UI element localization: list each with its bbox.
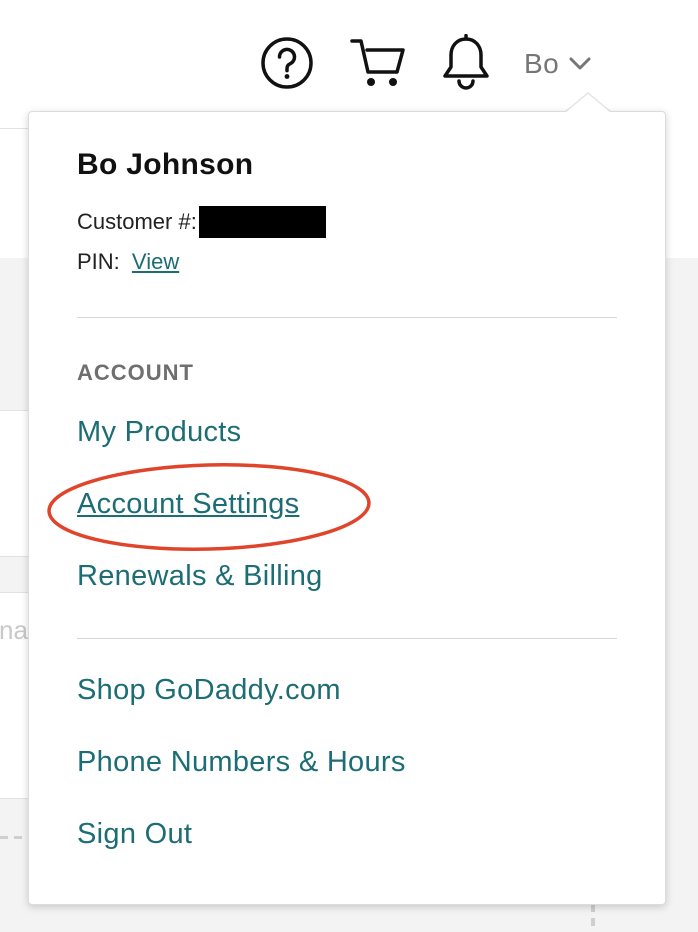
chevron-down-icon: [569, 57, 591, 70]
shopping-cart-icon[interactable]: [350, 36, 406, 90]
profile-name: Bo Johnson: [77, 148, 254, 181]
renewals-billing-link[interactable]: Renewals & Billing: [77, 560, 323, 593]
user-menu-toggle[interactable]: Bo: [524, 42, 591, 86]
sign-out-link[interactable]: Sign Out: [77, 818, 192, 851]
customer-number-redacted: [198, 206, 326, 238]
my-products-link[interactable]: My Products: [77, 416, 241, 449]
user-menu-label: Bo: [524, 48, 560, 79]
background-card-text: na: [0, 615, 28, 645]
background-dashed-line: [0, 836, 26, 839]
account-section-heading: ACCOUNT: [77, 360, 194, 385]
shop-godaddy-link[interactable]: Shop GoDaddy.com: [77, 674, 341, 707]
dropdown-pointer-fill: [565, 94, 611, 113]
menu-divider: [77, 317, 617, 318]
customer-number-row: Customer #:: [77, 206, 326, 238]
pin-row: PIN: View: [77, 249, 179, 275]
customer-number-label: Customer #:: [77, 209, 197, 234]
notification-bell-icon[interactable]: [440, 34, 492, 90]
account-dropdown-menu: Bo Johnson Customer #: PIN: View ACCOUNT…: [28, 111, 666, 905]
menu-divider: [77, 638, 617, 639]
pin-label: PIN:: [77, 249, 120, 274]
background-dashed-line: [591, 904, 595, 932]
account-settings-link[interactable]: Account Settings: [77, 488, 299, 521]
background-divider: [0, 128, 30, 129]
phone-numbers-hours-link[interactable]: Phone Numbers & Hours: [77, 746, 406, 779]
question-circle-icon[interactable]: [260, 36, 314, 90]
pin-view-link[interactable]: View: [132, 249, 179, 274]
